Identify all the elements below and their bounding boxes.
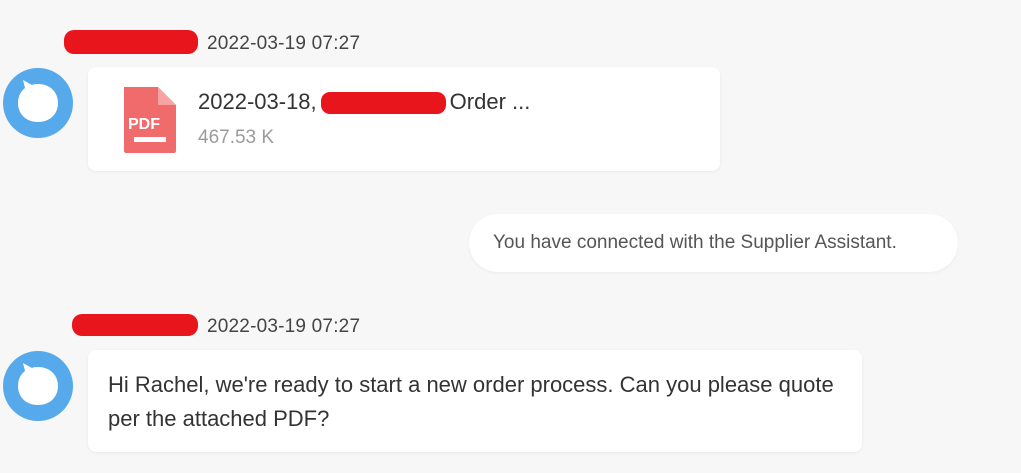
message-timestamp: 2022-03-19 07:27 — [207, 33, 361, 54]
message-text: Hi Rachel, we're ready to start a new or… — [108, 372, 834, 431]
message-timestamp: 2022-03-19 07:27 — [207, 316, 361, 337]
file-name-prefix: 2022-03-18, — [198, 89, 317, 114]
system-notice-text: You have connected with the Supplier Ass… — [493, 232, 897, 253]
file-name-suffix: Order ... — [449, 89, 531, 114]
redacted-sender-name — [72, 314, 198, 336]
chat-bubble-icon — [18, 80, 58, 122]
pdf-icon: PDF — [120, 85, 180, 155]
svg-text:PDF: PDF — [128, 116, 160, 133]
chat-window: 2022-03-19 07:27 PDF 2022-03-18, Order ..… — [0, 0, 1021, 473]
chat-bubble-icon — [18, 363, 58, 405]
file-attachment-card[interactable]: PDF 2022-03-18, Order ... 467.53 K — [88, 67, 720, 171]
redacted-file-name-part — [320, 92, 446, 115]
avatar[interactable] — [3, 351, 73, 421]
file-size: 467.53 K — [198, 127, 275, 148]
message-bubble[interactable]: Hi Rachel, we're ready to start a new or… — [88, 350, 862, 452]
redacted-sender-name — [64, 30, 198, 54]
file-name[interactable]: 2022-03-18, Order ... — [198, 89, 530, 115]
avatar[interactable] — [3, 68, 73, 138]
system-notice: You have connected with the Supplier Ass… — [469, 214, 958, 272]
